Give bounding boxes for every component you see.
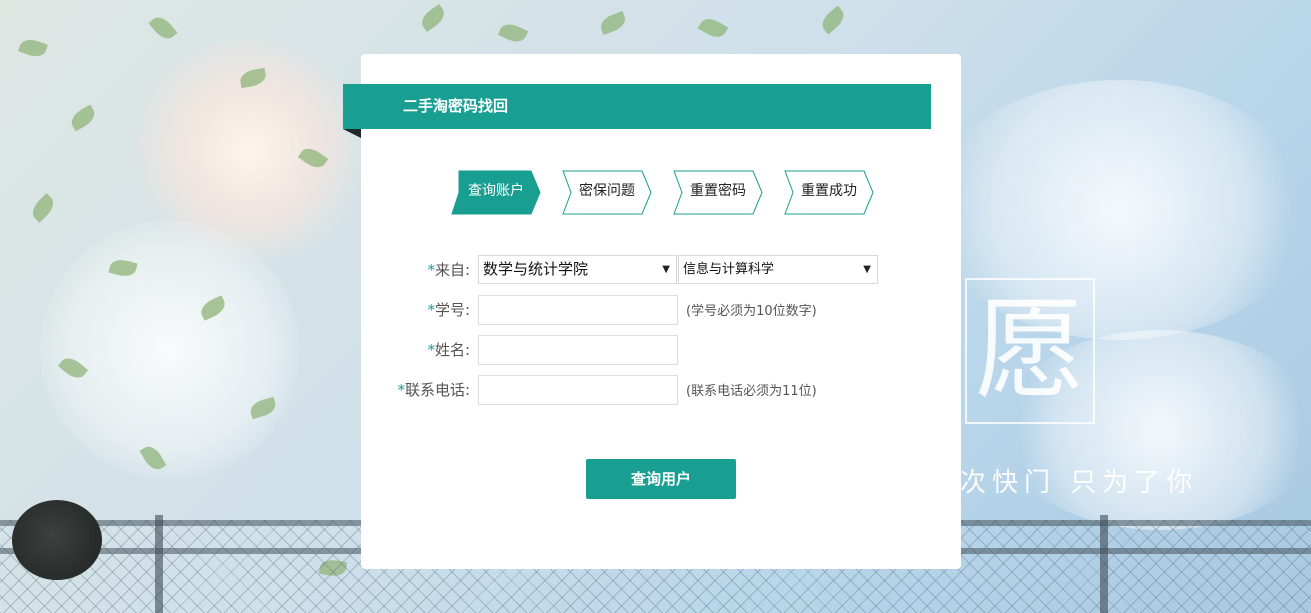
leaf (697, 14, 729, 42)
major-select[interactable]: 信息与计算科学 ▼ (678, 255, 878, 284)
leaf (497, 20, 529, 46)
ribbon-fold (343, 129, 361, 138)
query-user-button[interactable]: 查询用户 (586, 459, 736, 499)
leaf (28, 193, 58, 223)
step-reset-password: 重置密码 (673, 170, 763, 215)
phone-input[interactable] (478, 375, 678, 405)
name-input[interactable] (478, 335, 678, 365)
step-security-question: 密保问题 (562, 170, 652, 215)
student-id-label-text: 学号: (434, 301, 470, 319)
required-mark: * (427, 261, 435, 279)
college-select[interactable]: 数学与统计学院 ▼ (478, 255, 677, 284)
fence-post (1100, 515, 1108, 613)
college-select-value: 数学与统计学院 (483, 260, 589, 278)
phone-hint: (联系电话必须为11位) (686, 384, 817, 399)
required-mark: * (397, 381, 405, 399)
leaf (148, 12, 178, 44)
student-id-input[interactable] (478, 295, 678, 325)
step-label: 重置密码 (690, 183, 746, 199)
step-label: 重置成功 (801, 183, 857, 199)
step-reset-success: 重置成功 (784, 170, 874, 215)
lamp-silhouette (12, 500, 102, 580)
student-id-hint: (学号必须为10位数字) (686, 304, 817, 319)
major-select-value: 信息与计算科学 (683, 262, 775, 277)
calligraphy-character: 愿 (965, 278, 1095, 424)
leaf (67, 104, 99, 132)
from-label: *来自: (350, 259, 470, 280)
leaf (598, 11, 628, 35)
dropdown-arrow-icon: ▼ (662, 264, 670, 275)
step-label: 密保问题 (579, 183, 635, 199)
leaf (417, 3, 449, 33)
dropdown-arrow-icon: ▼ (863, 264, 871, 275)
required-mark: * (427, 341, 435, 359)
page-title: 二手淘密码找回 (343, 84, 931, 129)
student-id-label: *学号: (350, 299, 470, 320)
fence-post (155, 515, 163, 613)
step-label: 查询账户 (468, 183, 524, 199)
leaf (18, 36, 48, 60)
from-label-text: 来自: (434, 261, 470, 279)
leaf (817, 5, 849, 35)
name-label: *姓名: (350, 339, 470, 360)
phone-label-text: 联系电话: (404, 381, 470, 399)
required-mark: * (427, 301, 435, 319)
phone-label: *联系电话: (350, 379, 470, 400)
background-slogan: 次快门 只为了你 (960, 468, 1199, 498)
name-label-text: 姓名: (434, 341, 470, 359)
step-query-account: 查询账户 (451, 170, 541, 215)
cloud (40, 220, 300, 480)
